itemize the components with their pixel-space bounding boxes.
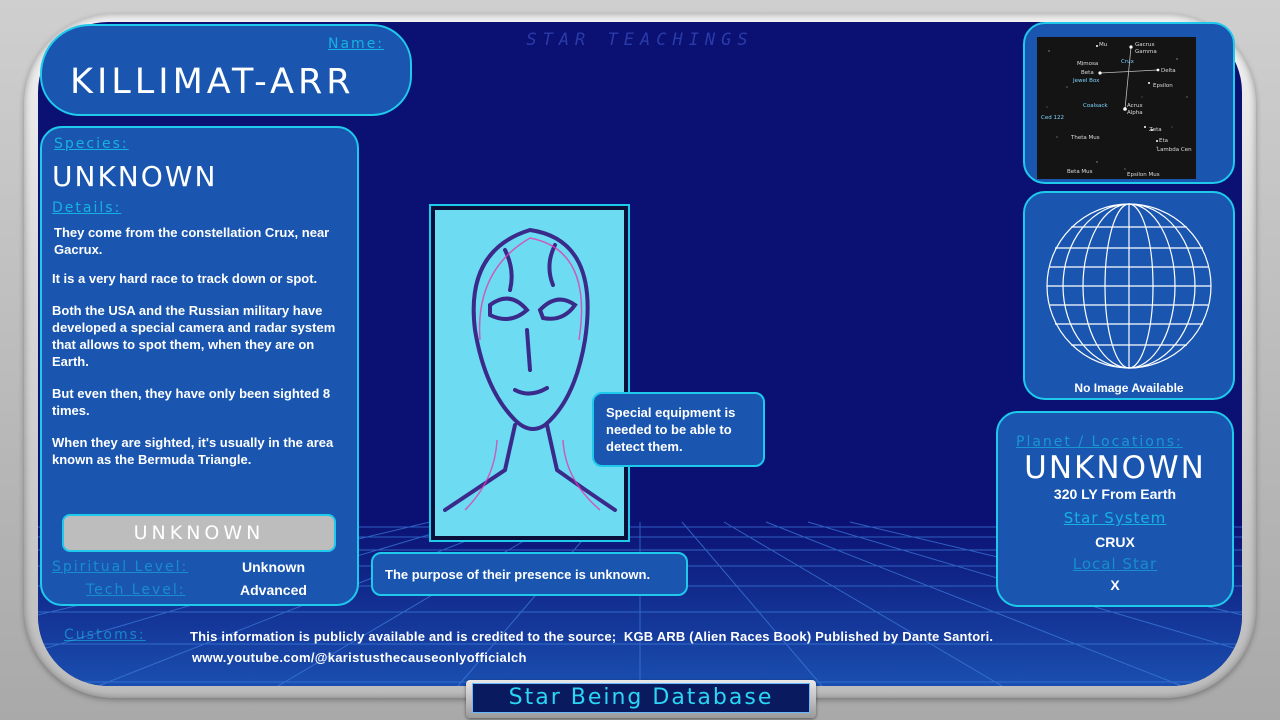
star-label: Gacrux	[1135, 42, 1155, 48]
star-label: Theta Mus	[1070, 135, 1100, 141]
source-url[interactable]: www.youtube.com/@karistusthecauseonlyoff…	[192, 649, 527, 666]
star-label: Zeta	[1149, 127, 1162, 133]
species-label: Species:	[54, 136, 129, 152]
status-button[interactable]: UNKNOWN	[62, 514, 336, 552]
star-label: Epsilon Mus	[1127, 172, 1160, 178]
local-star-label: Local Star	[1072, 555, 1158, 573]
star-label: Mimosa	[1077, 61, 1098, 67]
alien-sketch-image	[435, 210, 624, 536]
status-button-label: UNKNOWN	[133, 522, 265, 544]
species-value: UNKNOWN	[52, 160, 218, 193]
constellation-map: Mu Gacrux Gamma Mimosa Crux Beta Delta J…	[1037, 37, 1196, 179]
star-label: Ced 122	[1041, 115, 1064, 121]
equipment-callout: Special equipment is needed to be able t…	[592, 392, 765, 467]
star-label: Coalsack	[1083, 103, 1108, 109]
star-label: Beta Mus	[1067, 169, 1093, 175]
star-label: Jewel Box	[1072, 78, 1100, 84]
star-label: Alpha	[1127, 110, 1143, 116]
database-badge-inner: Star Being Database	[472, 683, 810, 713]
detail-paragraph: It is a very hard race to track down or …	[52, 271, 318, 286]
customs-label: Customs:	[64, 627, 146, 643]
star-label: Eta	[1159, 138, 1168, 144]
page-title: STAR TEACHINGS	[526, 30, 754, 50]
purpose-callout-text: The purpose of their presence is unknown…	[385, 567, 651, 582]
name-value: KILLIMAT-ARR	[70, 62, 355, 102]
planet-label: Planet / Locations:	[1016, 434, 1183, 450]
purpose-callout: The purpose of their presence is unknown…	[371, 552, 688, 596]
star-label: Delta	[1161, 68, 1176, 74]
star-system-label: Star System	[1063, 509, 1167, 527]
spiritual-level-label: Spiritual Level:	[52, 559, 189, 575]
tech-level-label: Tech Level:	[86, 582, 186, 598]
globe-caption: No Image Available	[1074, 381, 1184, 395]
star-label: Epsilon	[1153, 83, 1173, 89]
details-text: They come from the constellation Crux, n…	[52, 224, 352, 468]
star-label: Acrux	[1127, 103, 1143, 109]
star-label: Crux	[1121, 59, 1135, 65]
detail-paragraph: When they are sighted, it's usually in t…	[52, 435, 334, 467]
equipment-callout-text: Special equipment is needed to be able t…	[606, 405, 736, 454]
details-label: Details:	[52, 200, 122, 216]
globe-icon	[1046, 203, 1212, 369]
detail-paragraph: Both the USA and the Russian military ha…	[52, 303, 336, 369]
tech-level-value: Advanced	[240, 582, 307, 598]
local-star-value: X	[1110, 577, 1120, 593]
detail-paragraph: They come from the constellation Crux, n…	[54, 225, 330, 257]
star-label: Mu	[1099, 42, 1107, 48]
credit-line: This information is publicly available a…	[190, 629, 994, 644]
database-badge-label: Star Being Database	[508, 685, 774, 710]
star-system-value: CRUX	[1095, 534, 1135, 550]
spiritual-level-value: Unknown	[242, 559, 305, 575]
planet-value: UNKNOWN	[1024, 450, 1206, 486]
star-label: Gamma	[1135, 49, 1157, 55]
star-chart-image: Mu Gacrux Gamma Mimosa Crux Beta Delta J…	[1041, 42, 1192, 178]
detail-paragraph: But even then, they have only been sight…	[52, 386, 331, 418]
distance-value: 320 LY From Earth	[1053, 486, 1177, 502]
being-image	[429, 204, 630, 542]
star-label: Lambda Cen	[1157, 147, 1192, 153]
name-label: Name:	[328, 36, 385, 52]
star-label: Beta	[1081, 70, 1094, 76]
